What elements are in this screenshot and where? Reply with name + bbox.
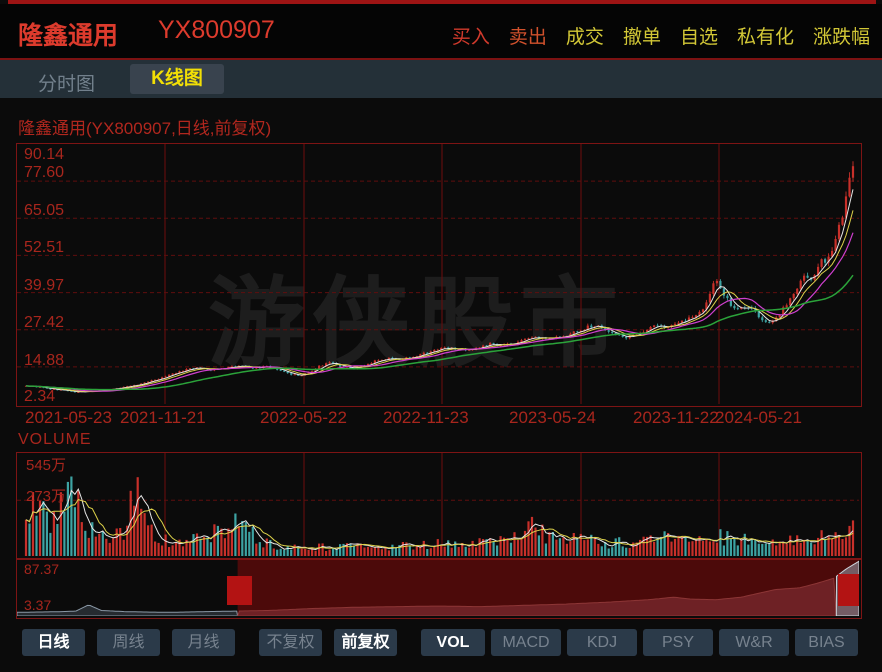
x-axis-tick: 2021-05-23 <box>25 408 112 428</box>
y-axis-tick: 77.60 <box>24 164 64 182</box>
x-axis-tick: 2024-05-21 <box>715 408 802 428</box>
stock-code: YX800907 <box>158 16 275 45</box>
y-axis-tick: 52.51 <box>24 239 64 257</box>
x-axis-tick: 2023-11-22 <box>633 408 719 428</box>
volume-tick: 273万 <box>26 485 66 506</box>
button-psy[interactable]: PSY <box>643 629 713 656</box>
button-kdj[interactable]: KDJ <box>567 629 637 656</box>
volume-tick: 545万 <box>26 454 66 475</box>
button-no-adjust[interactable]: 不复权 <box>259 629 322 656</box>
header-bar: 隆鑫通用 YX800907 买入 卖出 成交 撤单 自选 私有化 涨跌幅 <box>0 4 882 58</box>
x-axis-tick: 2022-11-23 <box>383 408 469 428</box>
stock-name: 隆鑫通用 <box>18 16 118 52</box>
y-axis-tick: 90.14 <box>24 146 64 164</box>
button-macd[interactable]: MACD <box>491 629 561 656</box>
volume-pane-title: VOLUME <box>18 431 92 449</box>
tab-time-chart[interactable]: 分时图 <box>38 69 95 96</box>
menu-item-privatize[interactable]: 私有化 <box>737 22 794 49</box>
button-bias[interactable]: BIAS <box>795 629 858 656</box>
button-monthly[interactable]: 月线 <box>172 629 235 656</box>
main-menu: 买入 卖出 成交 撤单 自选 私有化 涨跌幅 <box>452 22 870 49</box>
tab-kline-chart[interactable]: K线图 <box>130 64 224 94</box>
menu-item-watchlist[interactable]: 自选 <box>680 22 718 49</box>
range-navigator-svg[interactable] <box>17 560 859 616</box>
button-daily[interactable]: 日线 <box>22 629 85 656</box>
navigator-min-label: 3.37 <box>24 597 51 613</box>
menu-item-trades[interactable]: 成交 <box>566 22 604 49</box>
menu-item-buy[interactable]: 买入 <box>452 22 490 49</box>
chart-tab-bar: 分时图 K线图 <box>0 60 882 98</box>
button-wr[interactable]: W&R <box>719 629 789 656</box>
bottom-toolbar: 日线 周线 月线 不复权 前复权 VOL MACD KDJ PSY W&R BI… <box>22 629 858 656</box>
x-axis-tick: 2021-11-21 <box>120 408 206 428</box>
chart-title: 隆鑫通用(YX800907,日线,前复权) <box>18 114 271 139</box>
button-fwd-adjust[interactable]: 前复权 <box>334 629 397 656</box>
y-axis-tick: 27.42 <box>24 314 64 332</box>
menu-item-sell[interactable]: 卖出 <box>509 22 547 49</box>
button-vol[interactable]: VOL <box>421 629 485 656</box>
kline-chart-svg[interactable] <box>17 144 859 404</box>
range-navigator-panel[interactable] <box>16 559 862 619</box>
y-axis-tick: 2.34 <box>24 388 55 406</box>
kline-chart-panel[interactable] <box>16 143 862 407</box>
volume-chart-svg[interactable] <box>17 453 859 556</box>
navigator-max-label: 87.37 <box>24 561 59 577</box>
menu-item-change-pct[interactable]: 涨跌幅 <box>813 22 870 49</box>
volume-chart-panel[interactable] <box>16 452 862 559</box>
menu-item-cancel[interactable]: 撤单 <box>623 22 661 49</box>
trading-app-window: 隆鑫通用 YX800907 买入 卖出 成交 撤单 自选 私有化 涨跌幅 分时图… <box>0 0 882 672</box>
x-axis-tick: 2023-05-24 <box>509 408 596 428</box>
button-weekly[interactable]: 周线 <box>97 629 160 656</box>
y-axis-tick: 65.05 <box>24 202 64 220</box>
x-axis-labels: 2021-05-23 2021-11-21 2022-05-22 2022-11… <box>0 408 882 430</box>
y-axis-tick: 39.97 <box>24 277 64 295</box>
y-axis-tick: 14.88 <box>24 352 64 370</box>
x-axis-tick: 2022-05-22 <box>260 408 347 428</box>
